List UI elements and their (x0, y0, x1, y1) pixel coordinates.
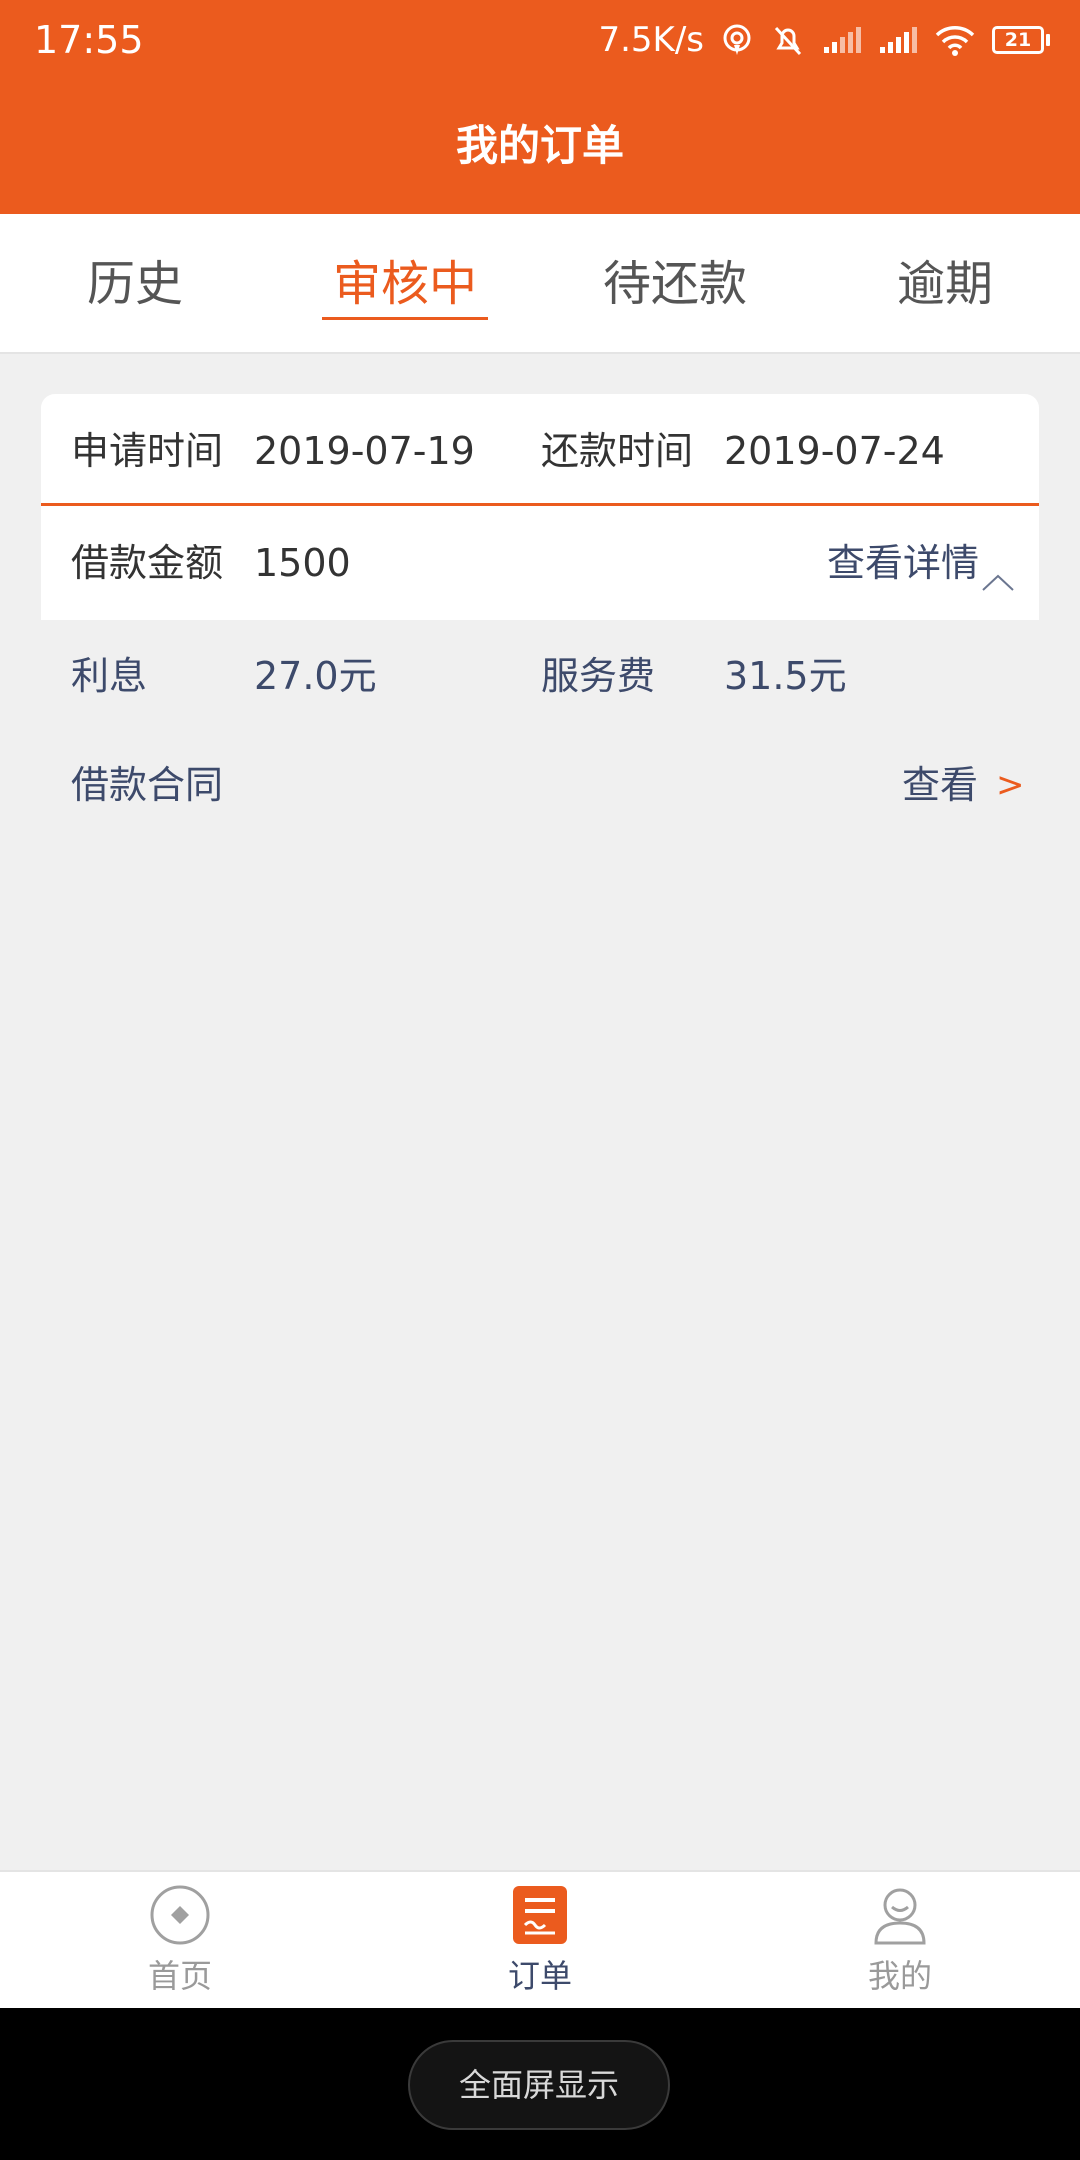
battery-level: 21 (992, 26, 1044, 54)
page-title: 我的订单 (455, 121, 624, 170)
battery-icon: 21 (992, 26, 1050, 54)
tab-under-review[interactable]: 审核中 (270, 214, 540, 352)
interest-label: 利息 (71, 654, 148, 698)
nav-orders[interactable]: 订单 (360, 1872, 720, 2008)
tab-label: 待还款 (602, 256, 747, 312)
network-speed: 7.5K/s (598, 20, 704, 60)
tab-label: 审核中 (332, 256, 477, 312)
bottom-navigation: 首页 订单 我的 (0, 1870, 1080, 2008)
loan-amount-value: 1500 (254, 541, 351, 585)
loan-contract-label: 借款合同 (71, 763, 224, 807)
view-details-link[interactable]: 查看详情 (827, 538, 979, 588)
order-icon (507, 1882, 573, 1948)
view-contract-label: 查看 (902, 763, 979, 807)
interest-value: 27.0元 (254, 654, 377, 698)
order-tabs: 历史 审核中 待还款 逾期 (0, 214, 1080, 354)
nav-label: 订单 (507, 1957, 572, 1995)
status-time: 17:55 (34, 18, 144, 62)
nav-profile[interactable]: 我的 (720, 1872, 1080, 2008)
nav-label: 首页 (147, 1957, 212, 1995)
active-tab-indicator (322, 317, 488, 320)
status-icons: 7.5K/s 21 (598, 16, 1050, 64)
chevron-up-icon[interactable] (981, 572, 1015, 596)
home-icon (147, 1882, 213, 1948)
service-fee-label: 服务费 (541, 654, 656, 698)
tab-label: 历史 (86, 256, 183, 312)
system-navigation-area: 全面屏显示 (0, 2008, 1080, 2160)
tab-pending-repayment[interactable]: 待还款 (540, 214, 810, 352)
order-card-summary: 借款金额 1500 查看详情 (41, 506, 1039, 620)
tab-history[interactable]: 历史 (0, 214, 270, 352)
loan-amount-label: 借款金额 (71, 541, 224, 585)
tab-overdue[interactable]: 逾期 (810, 214, 1080, 352)
status-bar: 17:55 7.5K/s 21 (0, 0, 1080, 80)
battery-cap (1046, 34, 1050, 46)
signal-icon (878, 18, 918, 62)
nav-home[interactable]: 首页 (0, 1872, 360, 2008)
hotspot-icon (720, 18, 754, 62)
fullscreen-display-button[interactable]: 全面屏显示 (408, 2040, 670, 2130)
apply-time-label: 申请时间 (71, 429, 224, 473)
chevron-right-icon: > (996, 765, 1025, 805)
nav-label: 我的 (867, 1957, 932, 1995)
profile-icon (867, 1882, 933, 1948)
signal-icon (822, 18, 862, 62)
repay-time-label: 还款时间 (541, 429, 694, 473)
view-contract-link[interactable]: 查看 > (902, 760, 1025, 810)
mute-icon (770, 18, 806, 62)
tab-label: 逾期 (896, 256, 993, 312)
repay-time-value: 2019-07-24 (724, 429, 945, 473)
service-fee-value: 31.5元 (724, 654, 847, 698)
order-card-header: 申请时间 2019-07-19 还款时间 2019-07-24 (41, 394, 1039, 506)
apply-time-value: 2019-07-19 (254, 429, 475, 473)
app-header: 17:55 7.5K/s 21 我的订单 (0, 0, 1080, 214)
wifi-icon (934, 18, 976, 62)
